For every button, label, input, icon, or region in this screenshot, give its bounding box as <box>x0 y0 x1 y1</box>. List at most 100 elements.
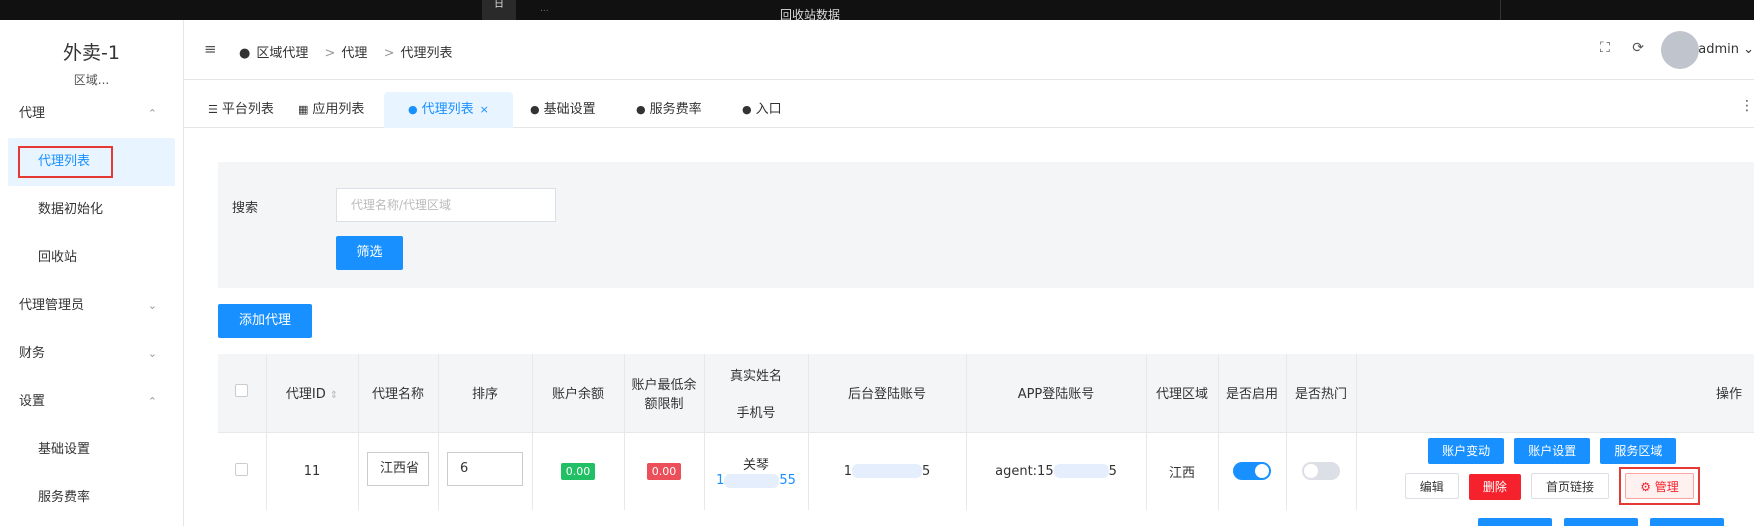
app-name: 外卖-1 <box>63 42 120 64</box>
app-account-cell[interactable]: agent:15 5 <box>966 431 1147 510</box>
tab-agent-list[interactable]: ● 代理列表 × <box>384 92 513 128</box>
sort-icon[interactable]: ⇕ <box>330 390 338 401</box>
balance-cell: 0.00 <box>532 431 625 510</box>
account-change-button[interactable]: 账户变动 <box>1428 437 1505 464</box>
agent-id: 11 <box>266 431 359 510</box>
min-balance-badge: 0.00 <box>646 462 682 480</box>
tab-basic-settings[interactable]: ● 基础设置 <box>506 92 620 128</box>
filter-panel: 搜索 代理名称/代理区域 筛选 <box>218 162 1754 288</box>
col-agent-name: 代理名称 <box>358 354 439 432</box>
account-settings-button[interactable]: 账户设置 <box>1514 437 1591 464</box>
list-icon: ☰ <box>208 103 218 116</box>
enabled-cell <box>1218 431 1287 510</box>
agent-icon: ● <box>239 46 251 61</box>
gear-icon: ⚙ <box>1640 479 1655 494</box>
edit-button[interactable]: 编辑 <box>1404 472 1459 499</box>
app-subtitle: 区域... <box>73 73 110 87</box>
breadcrumb-item[interactable]: 代理 <box>341 46 367 61</box>
agent-name-input[interactable]: 江西省 <box>367 452 429 487</box>
row-checkbox[interactable] <box>235 462 249 476</box>
homepage-link-button[interactable]: 首页链接 <box>1531 472 1610 499</box>
col-sort: 排序 <box>438 354 533 432</box>
sidebar-menu: 代理 ⌃ 代理列表 数据初始化 回收站 代理管理员 ⌄ 财务 ⌄ 设置 ⌃ 基础设置 服… <box>0 90 183 522</box>
delete-button[interactable]: 删除 <box>1468 473 1521 500</box>
col-agent-id[interactable]: 代理ID ⇕ <box>266 354 359 432</box>
sidebar-group-agent[interactable]: 代理 ⌃ <box>0 90 183 138</box>
sort-input[interactable]: 6 <box>447 452 523 487</box>
background-text: ... <box>540 4 549 14</box>
service-area-button[interactable]: 服务区域 <box>1600 437 1677 464</box>
min-balance-cell: 0.00 <box>624 431 705 510</box>
breadcrumb-item: 代理列表 <box>400 46 453 61</box>
refresh-icon[interactable]: ⟳ <box>1632 40 1644 56</box>
sidebar-item-data-init[interactable]: 数据初始化 <box>0 186 183 234</box>
tab-service-rate[interactable]: ● 服务费率 <box>612 92 726 128</box>
actions-cell: 账户变动 账户设置 服务区域 编辑 删除 首页链接 ⚙ 管理 <box>1356 431 1754 510</box>
background-text: 回收站数据 <box>780 8 841 20</box>
col-balance: 账户余额 <box>532 354 625 432</box>
name-phone-cell: 关琴 1 55 <box>704 431 809 510</box>
chevron-down-icon: ⌄ <box>147 347 157 360</box>
sidebar: 外卖-1 区域... 代理 ⌃ 代理列表 数据初始化 回收站 代理管理员 ⌄ 财务 ⌄… <box>0 20 184 526</box>
next-row-button[interactable] <box>1478 518 1552 526</box>
sidebar-group-finance[interactable]: 财务 ⌄ <box>0 330 183 378</box>
add-agent-button[interactable]: 添加代理 <box>218 304 312 338</box>
breadcrumb-item[interactable]: 区域代理 <box>256 46 308 61</box>
user-menu[interactable]: admin ⌄ <box>1698 42 1754 57</box>
tab-menu-icon[interactable]: ⋮ <box>1740 98 1754 114</box>
col-hot: 是否热门 <box>1286 354 1357 432</box>
table-row: 11 江西省 6 0.00 0.00 关琴 1 55 15 agent:15 5 江… <box>218 431 1754 510</box>
hot-cell <box>1286 431 1357 510</box>
sort-cell: 6 <box>438 431 533 510</box>
next-row-button[interactable] <box>1650 518 1724 526</box>
region-cell: 江西 <box>1146 431 1219 510</box>
hot-toggle[interactable] <box>1302 462 1340 481</box>
users-icon: ● <box>636 103 646 116</box>
col-min-balance: 账户最低余额限制 <box>624 354 705 432</box>
table-header-row: 代理ID ⇕ 代理名称 排序 账户余额 账户最低余额限制 真实姓名 手机号 后台登陆… <box>218 354 1754 432</box>
background-thumb: 日 <box>482 0 516 20</box>
red-highlight-box <box>18 146 113 178</box>
sidebar-item-basic-settings[interactable]: 基础设置 <box>0 426 183 474</box>
tab-bar: ☰ 平台列表 ▦ 应用列表 ● 代理列表 × ● 基础设置 ● 服务费率 ● 入口 ⋮ <box>184 80 1754 128</box>
apps-icon: ▦ <box>298 103 309 116</box>
sidebar-group-settings[interactable]: 设置 ⌃ <box>0 378 183 426</box>
search-input[interactable]: 代理名称/代理区域 <box>336 188 556 222</box>
manage-button[interactable]: ⚙ 管理 <box>1625 472 1694 499</box>
agent-name-cell: 江西省 <box>358 431 439 510</box>
sidebar-group-agent-admin[interactable]: 代理管理员 ⌄ <box>0 282 183 330</box>
col-app-account: APP登陆账号 <box>966 354 1147 432</box>
sidebar-item-agent-list[interactable]: 代理列表 <box>8 138 175 186</box>
col-enabled: 是否启用 <box>1218 354 1287 432</box>
select-all-checkbox[interactable] <box>235 384 249 398</box>
fullscreen-icon[interactable]: ⛶ <box>1600 40 1610 56</box>
top-header: ≡ ● 区域代理 > 代理 > 代理列表 ⛶ ⟳ admin ⌄ <box>184 20 1754 80</box>
app-logo: 外卖-1 区域... <box>0 20 183 90</box>
collapse-menu-icon[interactable]: ≡ <box>204 40 217 58</box>
chevron-up-icon: ⌃ <box>147 395 157 408</box>
sidebar-item-recycle-bin[interactable]: 回收站 <box>0 234 183 282</box>
background-window-strip: 日 ... 回收站数据 <box>0 0 1754 20</box>
select-all-checkbox-cell[interactable] <box>218 354 267 432</box>
main-content: 搜索 代理名称/代理区域 筛选 添加代理 代理ID ⇕ 代理名称 排序 账户余额 … <box>184 128 1754 526</box>
breadcrumb: ● 区域代理 > 代理 > 代理列表 <box>239 46 453 61</box>
chevron-down-icon: ⌄ <box>147 299 157 312</box>
tab-entry[interactable]: ● 入口 <box>718 92 806 128</box>
header-icons: ⛶ ⟳ <box>1582 40 1644 56</box>
sidebar-item-service-rate[interactable]: 服务费率 <box>0 474 183 522</box>
users-icon: ● <box>408 103 418 116</box>
row-checkbox-cell[interactable] <box>218 431 267 510</box>
phone-number[interactable]: 1 55 <box>705 473 808 488</box>
avatar[interactable] <box>1661 31 1699 69</box>
background-panel <box>1500 0 1754 20</box>
balance-badge: 0.00 <box>560 462 596 480</box>
admin-account-cell[interactable]: 15 <box>808 431 967 510</box>
agent-table: 代理ID ⇕ 代理名称 排序 账户余额 账户最低余额限制 真实姓名 手机号 后台登陆… <box>218 354 1754 510</box>
next-row-button[interactable] <box>1564 518 1638 526</box>
close-icon[interactable]: × <box>480 103 489 116</box>
tab-app-list[interactable]: ▦ 应用列表 <box>274 92 388 128</box>
col-region: 代理区域 <box>1146 354 1219 432</box>
enabled-toggle[interactable] <box>1233 462 1271 481</box>
chevron-up-icon: ⌃ <box>147 107 157 120</box>
filter-button[interactable]: 筛选 <box>336 236 403 270</box>
